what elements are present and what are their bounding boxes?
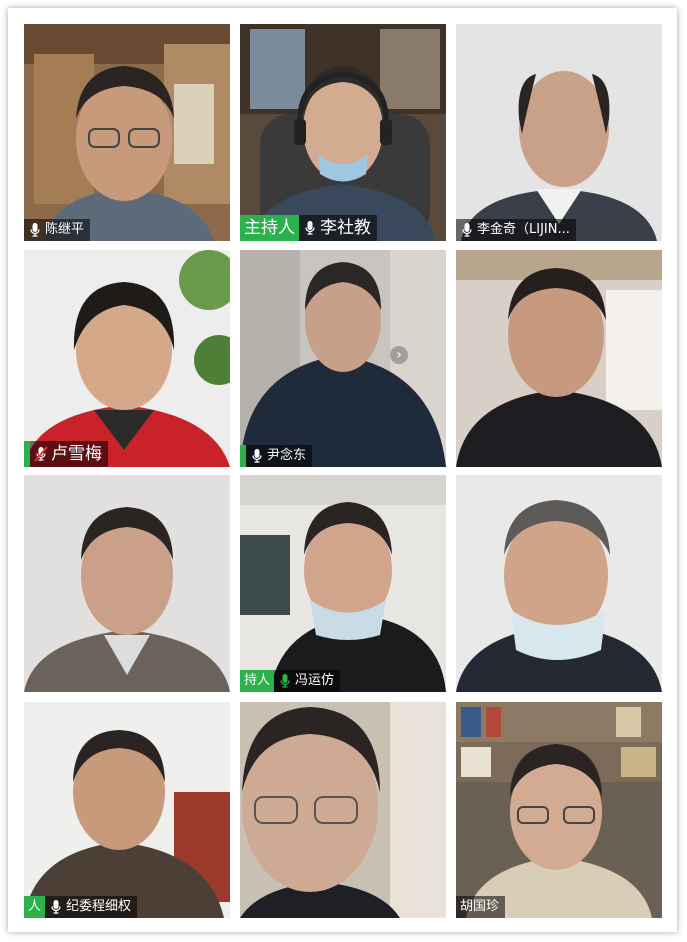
participant-name-tag: 陈继平 (24, 219, 91, 241)
participant-name: 纪委程细权 (66, 899, 132, 914)
host-badge: 持人 (240, 670, 275, 692)
video-tile[interactable]: › 尹念东 (240, 250, 446, 467)
chevron-right-icon[interactable]: › (390, 346, 408, 364)
screenshot-frame: 陈继平 主持人 李社教 李金奇（LIJIN... 卢雪梅 › 尹念东 持人 冯运… (8, 8, 677, 932)
video-tile[interactable]: 人 纪委程细权 (24, 702, 230, 918)
participant-video (44, 66, 214, 241)
video-tile[interactable]: 胡国珍 (456, 702, 662, 918)
participant-name-tag: 胡国珍 (456, 896, 506, 918)
participant-name-tag: 尹念东 (240, 445, 313, 467)
participant-video (24, 282, 230, 467)
participant-name: 卢雪梅 (51, 444, 102, 464)
video-tile[interactable] (456, 475, 662, 692)
participant-video (24, 507, 230, 692)
participant-name: 陈继平 (45, 222, 85, 237)
participant-name: 尹念东 (267, 448, 307, 463)
participant-name: 李金奇（LIJIN... (477, 222, 570, 237)
participant-name-tag: 李金奇（LIJIN... (456, 219, 576, 241)
participant-name-tag: 人 纪委程细权 (24, 896, 138, 918)
video-tile[interactable] (456, 250, 662, 467)
microphone-icon (303, 220, 317, 236)
participant-name: 冯运仿 (295, 673, 335, 688)
participant-video (456, 500, 662, 692)
participant-video (24, 730, 224, 918)
microphone-icon (278, 673, 292, 689)
video-tile[interactable] (24, 475, 230, 692)
participant-video (250, 66, 436, 241)
participant-video (270, 502, 446, 692)
host-indicator (240, 445, 246, 467)
participant-video (456, 268, 662, 467)
participant-name-tag: 主持人 李社教 (240, 215, 377, 241)
host-badge: 人 (24, 896, 46, 918)
host-indicator (24, 441, 30, 467)
video-tile[interactable]: 卢雪梅 (24, 250, 230, 467)
participant-video (461, 71, 657, 241)
microphone-icon (250, 448, 264, 464)
video-tile[interactable]: 持人 冯运仿 (240, 475, 446, 692)
participant-name: 胡国珍 (460, 899, 500, 914)
microphone-muted-icon (34, 446, 48, 462)
participant-name-tag: 持人 冯运仿 (240, 670, 341, 692)
participant-video (240, 707, 400, 918)
microphone-icon (28, 222, 42, 238)
microphone-icon (460, 222, 474, 238)
participant-name: 李社教 (320, 218, 371, 238)
participant-video (240, 262, 446, 467)
participant-video (466, 744, 652, 918)
video-tile[interactable] (240, 702, 446, 918)
participant-name-tag: 卢雪梅 (24, 441, 108, 467)
host-badge: 主持人 (240, 215, 299, 241)
video-tile[interactable]: 主持人 李社教 (240, 24, 446, 241)
video-tile[interactable]: 李金奇（LIJIN... (456, 24, 662, 241)
microphone-icon (49, 899, 63, 915)
video-tile[interactable]: 陈继平 (24, 24, 230, 241)
